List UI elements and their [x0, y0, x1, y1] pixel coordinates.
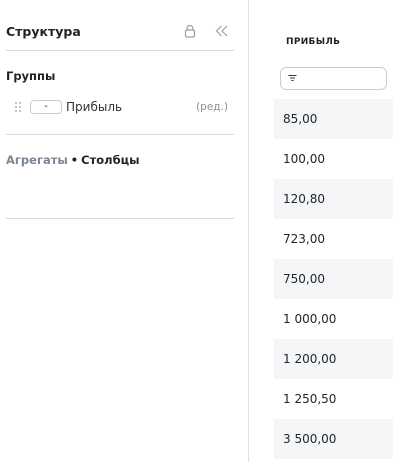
lock-icon[interactable] [184, 24, 196, 38]
column-header[interactable]: ПРИБЫЛЬ [286, 37, 340, 47]
table-cell[interactable]: 750,00 [274, 259, 393, 299]
divider [6, 50, 234, 51]
group-label: Прибыль [66, 100, 123, 114]
data-table: ПРИБЫЛЬ 85,00 100,00 120,80 723,00 750,0… [274, 0, 393, 462]
group-sort-toggle[interactable]: - [30, 100, 62, 114]
aggregate-tabs: Агрегаты • Столбцы [6, 153, 140, 167]
drag-handle-icon[interactable] [14, 101, 22, 113]
divider [6, 134, 234, 135]
table-cell[interactable]: 85,00 [274, 99, 393, 139]
table-cell[interactable]: 723,00 [274, 219, 393, 259]
table-cell[interactable]: 100,00 [274, 139, 393, 179]
table-cell[interactable]: 1 250,50 [274, 379, 393, 419]
group-edit-link[interactable]: (ред.) [196, 101, 228, 113]
collapse-panel-icon[interactable] [215, 25, 228, 37]
tab-separator: • [70, 153, 79, 167]
table-rows: 85,00 100,00 120,80 723,00 750,00 1 000,… [274, 99, 393, 459]
filter-icon [288, 74, 297, 82]
tab-columns[interactable]: Столбцы [81, 153, 139, 167]
structure-panel: Структура Группы - Прибыль (ред.) Агрега… [0, 0, 249, 462]
table-cell[interactable]: 120,80 [274, 179, 393, 219]
divider [6, 218, 234, 219]
groups-title: Группы [6, 69, 56, 83]
panel-title: Структура [6, 24, 81, 39]
table-cell[interactable]: 1 200,00 [274, 339, 393, 379]
table-cell[interactable]: 1 000,00 [274, 299, 393, 339]
structure-header: Структура [6, 24, 234, 40]
group-item: - Прибыль (ред.) [6, 99, 234, 117]
table-cell[interactable]: 3 500,00 [274, 419, 393, 459]
tab-aggregates[interactable]: Агрегаты [6, 153, 68, 167]
column-filter-input[interactable] [280, 67, 387, 90]
